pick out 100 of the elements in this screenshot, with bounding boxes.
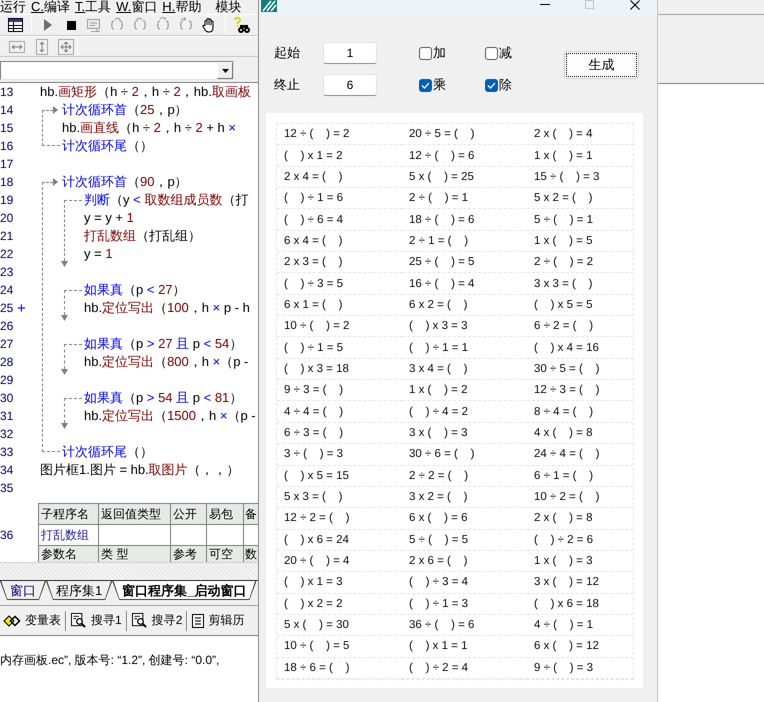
problem-cell: 20 ÷ ( ) = 4 — [277, 550, 402, 572]
stop-icon[interactable] — [67, 20, 76, 30]
problem-cell: ( ) x 5 = 15 — [277, 466, 402, 487]
line-number: 17 — [0, 157, 14, 171]
problem-cell: ( ) x 3 = 3 — [402, 316, 527, 338]
problem-cell: 12 ÷ 2 = ( ) — [277, 508, 402, 530]
problem-cell: 25 ÷ ( ) = 5 — [402, 252, 527, 274]
code-line: 打乱数组（打乱组） — [84, 227, 201, 245]
operation-checkbox[interactable]: 减 — [485, 44, 551, 62]
problem-cell: ( ) ÷ 3 = 4 — [402, 572, 527, 594]
problem-cell: 12 ÷ 3 = ( ) — [527, 380, 633, 402]
problem-cell: 5 x 2 = ( ) — [527, 188, 633, 210]
operation-checkbox[interactable]: 乘 — [419, 76, 485, 94]
menu-item[interactable]: T.工具 — [75, 0, 112, 14]
panel-tab[interactable]: 剪辑历 — [190, 610, 246, 631]
code-line: 计次循环首（90，p） — [62, 173, 188, 191]
problem-cell: 12 ÷ ( ) = 6 — [402, 145, 527, 167]
table-header-cell: 子程序名 — [39, 504, 99, 525]
problem-cell: ( ) ÷ 1 = 6 — [277, 188, 402, 210]
app-icon — [261, 0, 277, 12]
table-cell[interactable]: 打乱数组 — [39, 525, 99, 546]
diamonds-icon — [3, 614, 21, 626]
code-line: hb.定位写出（1500，h ×（p - — [84, 407, 256, 425]
code-line: hb.定位写出（800，h ×（p - — [84, 353, 248, 371]
menu-item[interactable]: 运行 — [0, 0, 26, 14]
line-number: 31 — [0, 409, 14, 423]
problem-cell: 2 x 6 = ( ) — [402, 550, 527, 572]
problem-cell: 6 x ( ) = 12 — [527, 636, 633, 658]
problem-cell: 3 x 4 = ( ) — [402, 358, 527, 380]
field-label: 终止 — [274, 76, 301, 94]
checkbox[interactable] — [485, 78, 498, 92]
problem-cell: 4 x ( ) = 8 — [527, 422, 633, 444]
problem-cell: 2 ÷ 1 = ( ) — [402, 230, 527, 252]
editor-tab[interactable]: 程序集1 — [46, 581, 112, 600]
object-dropdown[interactable] — [0, 61, 234, 80]
problem-cell: 3 x ( ) = 12 — [527, 572, 633, 594]
menu-item[interactable]: C.编译 — [31, 0, 70, 14]
line-number: 33 — [0, 445, 14, 459]
menu-item[interactable]: H.帮助 — [162, 0, 202, 14]
problem-cell: 5 x 3 = ( ) — [277, 486, 402, 508]
code-line: hb.画直线（h ÷ 2，h ÷ 2 + h × — [62, 119, 236, 137]
problem-cell: 18 ÷ ( ) = 6 — [402, 209, 527, 231]
line-number: 24 — [0, 283, 14, 297]
generate-button[interactable]: 生成 — [564, 51, 639, 79]
line-number: 34 — [0, 463, 14, 477]
form-grid-icon[interactable] — [8, 18, 23, 32]
problem-cell: 24 ÷ 4 = ( ) — [527, 444, 633, 466]
problem-cell: 2 x 3 = ( ) — [277, 252, 402, 274]
checkbox[interactable] — [419, 78, 432, 92]
editor-tab[interactable]: 窗口 — [0, 581, 46, 600]
line-number: 27 — [0, 337, 14, 351]
caret-icon — [222, 68, 228, 72]
play-icon[interactable] — [44, 19, 52, 31]
menu-item[interactable]: W.窗口 — [116, 0, 158, 14]
problem-cell: 1 x ( ) = 5 — [527, 230, 633, 252]
problem-cell: 3 x 3 = ( ) — [527, 273, 633, 295]
screen-icon[interactable] — [86, 18, 102, 32]
horizontal-arrows-icon[interactable] — [9, 40, 25, 52]
hand-icon[interactable] — [202, 17, 216, 33]
code-line: hb.定位写出（100，h × p - h — [84, 299, 250, 317]
dropdown-button[interactable] — [217, 62, 233, 79]
binoculars-icon[interactable] — [233, 16, 250, 34]
menu-item[interactable]: 模块 — [215, 0, 242, 14]
checkbox[interactable] — [419, 46, 432, 60]
problem-cell: 6 x 2 = ( ) — [402, 294, 527, 316]
operation-checkbox[interactable]: 除 — [485, 76, 551, 94]
line-number: 23 — [0, 265, 14, 279]
line-marker[interactable]: + — [17, 300, 26, 316]
problem-cell: 2 x ( ) = 4 — [527, 124, 633, 146]
line-number: 26 — [0, 319, 14, 333]
vertical-arrows-icon[interactable] — [36, 38, 48, 54]
move-arrows-icon[interactable] — [58, 38, 74, 54]
table-header-cell: 返回值类型 — [99, 504, 171, 525]
problem-cell: 5 ÷ ( ) = 1 — [527, 209, 633, 231]
editor-tab[interactable]: 窗口程序集_启动窗口 — [112, 581, 256, 600]
problem-cell: 9 ÷ 3 = ( ) — [277, 380, 402, 402]
line-number: 20 — [0, 211, 14, 225]
operation-checkbox[interactable]: 加 — [419, 44, 485, 62]
problem-cell: 5 x ( ) = 30 — [277, 614, 402, 636]
panel-tab[interactable]: 变量表 — [1, 610, 63, 631]
problem-cell: 2 ÷ ( ) = 1 — [402, 188, 527, 210]
line-number: 30 — [0, 391, 14, 405]
table-cell — [171, 525, 207, 546]
problem-cell: ( ) ÷ 2 = 6 — [527, 530, 633, 551]
table-header-cell: 备 — [244, 504, 258, 525]
problem-cell: 30 ÷ 5 = ( ) — [527, 358, 633, 380]
problem-cell: 9 ÷ ( ) = 3 — [527, 658, 633, 679]
code-line: 计次循环首（25，p） — [62, 101, 188, 119]
problem-cell: ( ) ÷ 6 = 4 — [277, 209, 402, 231]
search-icon — [71, 613, 87, 628]
checkmark-icon — [487, 82, 496, 88]
problem-cell: 2 x ( ) = 8 — [527, 508, 633, 530]
panel-tab[interactable]: 搜寻1 — [69, 610, 124, 631]
checkbox[interactable] — [485, 46, 498, 60]
maximize-icon — [585, 0, 594, 9]
number-field[interactable]: 6 — [323, 74, 377, 96]
problem-cell: ( ) x 1 = 2 — [277, 145, 402, 167]
panel-tab[interactable]: 搜寻2 — [130, 610, 184, 631]
problem-cell: 3 x ( ) = 3 — [402, 422, 527, 444]
number-field[interactable]: 1 — [323, 42, 377, 64]
